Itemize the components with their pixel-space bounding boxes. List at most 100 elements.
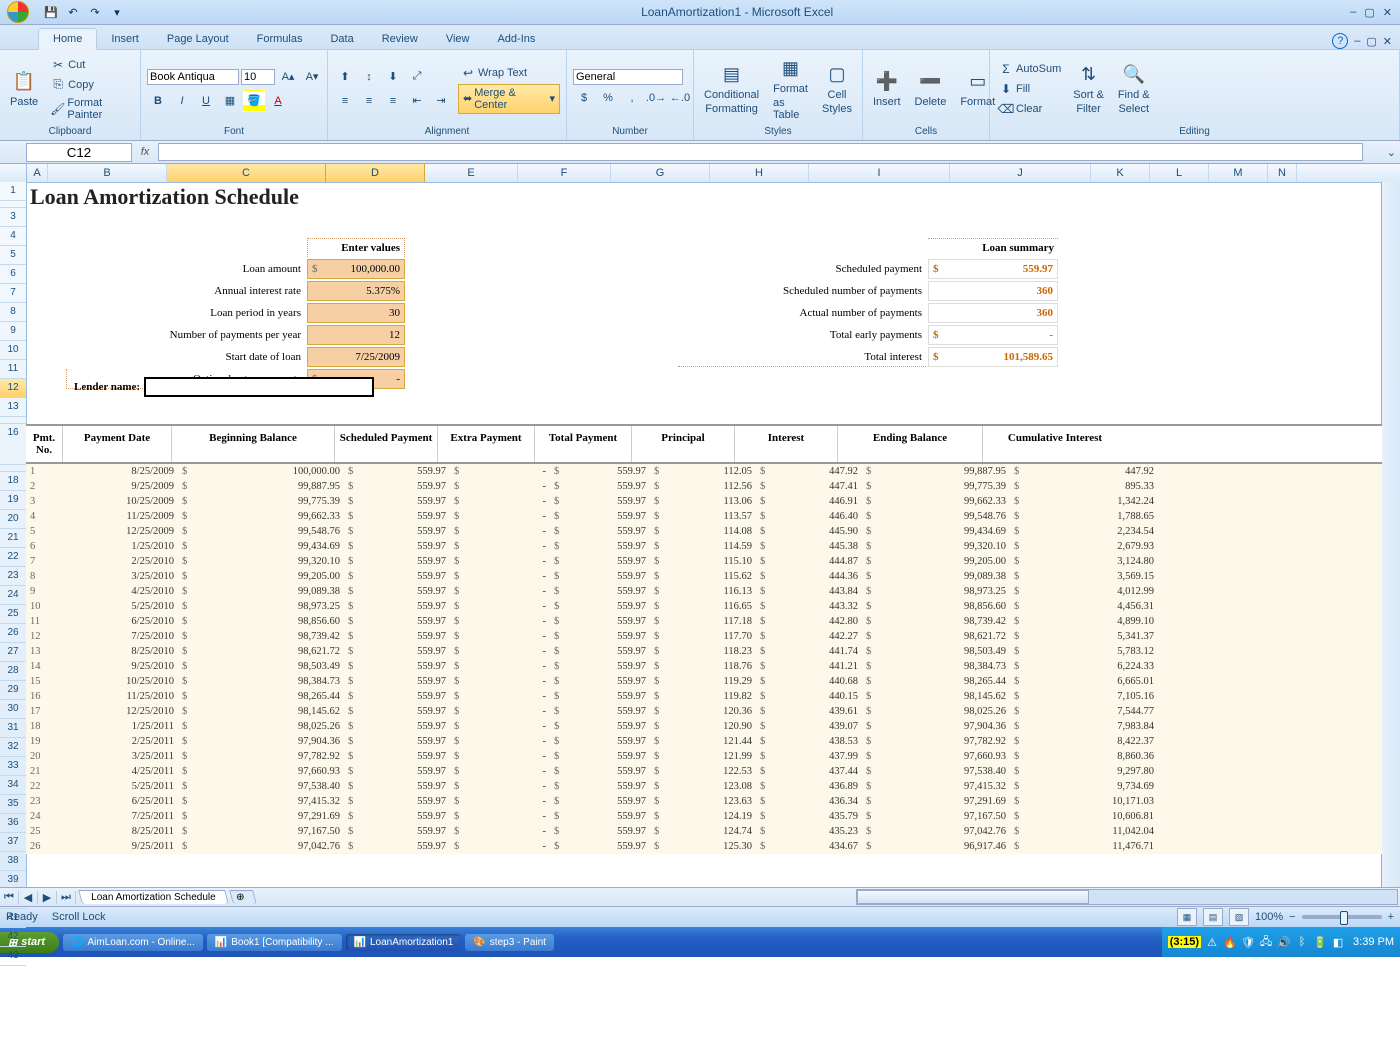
tray-network-icon[interactable]: 🖧 (1259, 935, 1273, 949)
tab-addins[interactable]: Add-Ins (483, 29, 549, 49)
col-header-J[interactable]: J (950, 164, 1091, 182)
row-header[interactable]: 34 (0, 776, 26, 795)
row-header[interactable]: 22 (0, 548, 26, 567)
col-header-B[interactable]: B (48, 164, 167, 182)
table-row[interactable]: 61/25/2010$99,434.69$559.97$-$559.97$114… (26, 539, 1382, 554)
tab-view[interactable]: View (432, 29, 484, 49)
table-row[interactable]: 310/25/2009$99,775.39$559.97$-$559.97$11… (26, 494, 1382, 509)
tab-data[interactable]: Data (316, 29, 367, 49)
maximize-icon[interactable]: ▢ (1364, 6, 1374, 19)
zoom-in-icon[interactable]: + (1388, 911, 1394, 923)
table-row[interactable]: 269/25/2011$97,042.76$559.97$-$559.97$12… (26, 839, 1382, 854)
col-header-H[interactable]: H (710, 164, 809, 182)
row-header[interactable]: 28 (0, 662, 26, 681)
start-input[interactable]: 7/25/2009 (307, 347, 405, 367)
row-header[interactable]: 41 (0, 909, 26, 928)
zoom-thumb[interactable] (1340, 911, 1348, 925)
row-header[interactable]: 29 (0, 681, 26, 700)
row-header[interactable] (0, 465, 26, 472)
help-icon[interactable]: ? (1332, 33, 1348, 49)
italic-button[interactable]: I (171, 90, 193, 112)
sheet-next-icon[interactable]: ▶ (38, 891, 57, 904)
font-color-button[interactable]: A (267, 90, 289, 112)
row-header[interactable]: 8 (0, 303, 26, 322)
zoom-out-icon[interactable]: − (1289, 911, 1295, 923)
row-header[interactable]: 3 (0, 208, 26, 227)
align-left-icon[interactable]: ≡ (334, 90, 356, 112)
row-header[interactable]: 6 (0, 265, 26, 284)
tray-battery-icon[interactable]: 🔋 (1313, 935, 1327, 949)
percent-icon[interactable]: % (597, 87, 619, 109)
row-header[interactable]: 18 (0, 472, 26, 491)
table-row[interactable]: 116/25/2010$98,856.60$559.97$-$559.97$11… (26, 614, 1382, 629)
cell-styles-button[interactable]: ▢CellStyles (816, 59, 858, 119)
table-row[interactable]: 105/25/2010$98,973.25$559.97$-$559.97$11… (26, 599, 1382, 614)
delete-cells-button[interactable]: ➖Delete (909, 66, 953, 112)
bold-button[interactable]: B (147, 90, 169, 112)
row-header[interactable]: 5 (0, 246, 26, 265)
col-header-I[interactable]: I (809, 164, 950, 182)
doc-minimize-icon[interactable]: – (1354, 35, 1360, 47)
vertical-scrollbar[interactable] (1381, 182, 1400, 888)
table-row[interactable]: 149/25/2010$98,503.49$559.97$-$559.97$11… (26, 659, 1382, 674)
row-header[interactable]: 1 (0, 182, 26, 201)
insert-cells-button[interactable]: ➕Insert (867, 66, 907, 112)
row-header[interactable]: 19 (0, 491, 26, 510)
decrease-indent-icon[interactable]: ⇤ (406, 90, 428, 112)
lender-name-input[interactable] (144, 377, 374, 397)
name-box[interactable] (26, 143, 132, 162)
period-input[interactable]: 30 (307, 303, 405, 323)
align-right-icon[interactable]: ≡ (382, 90, 404, 112)
comma-icon[interactable]: , (621, 87, 643, 109)
row-header[interactable]: 12 (0, 379, 26, 398)
tab-page-layout[interactable]: Page Layout (153, 29, 243, 49)
doc-restore-icon[interactable]: ▢ (1366, 35, 1376, 48)
page-layout-view-icon[interactable]: ▤ (1203, 908, 1223, 926)
tray-misc-icon[interactable]: ◧ (1331, 935, 1345, 949)
copy-button[interactable]: ⎘Copy (48, 76, 134, 94)
table-row[interactable]: 138/25/2010$98,621.72$559.97$-$559.97$11… (26, 644, 1382, 659)
format-painter-button[interactable]: 🖌Format Painter (48, 96, 134, 122)
table-row[interactable]: 1712/25/2010$98,145.62$559.97$-$559.97$1… (26, 704, 1382, 719)
doc-close-icon[interactable]: ✕ (1383, 35, 1392, 48)
col-header-C[interactable]: C (167, 164, 326, 182)
table-row[interactable]: 247/25/2011$97,291.69$559.97$-$559.97$12… (26, 809, 1382, 824)
table-row[interactable]: 225/25/2011$97,538.40$559.97$-$559.97$12… (26, 779, 1382, 794)
npy-input[interactable]: 12 (307, 325, 405, 345)
underline-button[interactable]: U (195, 90, 217, 112)
row-header[interactable]: 36 (0, 814, 26, 833)
table-row[interactable]: 258/25/2011$97,167.50$559.97$-$559.97$12… (26, 824, 1382, 839)
row-header[interactable]: 43 (0, 947, 26, 966)
tab-formulas[interactable]: Formulas (243, 29, 317, 49)
save-icon[interactable]: 💾 (42, 3, 60, 21)
tray-bluetooth-icon[interactable]: ᛒ (1295, 935, 1309, 949)
table-row[interactable]: 203/25/2011$97,782.92$559.97$-$559.97$12… (26, 749, 1382, 764)
font-size-select[interactable] (241, 69, 275, 85)
col-header-G[interactable]: G (611, 164, 710, 182)
align-middle-icon[interactable]: ↕ (358, 66, 380, 88)
row-header[interactable]: 20 (0, 510, 26, 529)
select-all-corner[interactable] (0, 164, 27, 182)
row-header[interactable]: 38 (0, 852, 26, 871)
sort-filter-button[interactable]: ⇅Sort &Filter (1067, 59, 1110, 119)
border-button[interactable]: ▦ (219, 90, 241, 112)
tab-home[interactable]: Home (38, 28, 97, 50)
col-header-K[interactable]: K (1091, 164, 1150, 182)
align-bottom-icon[interactable]: ⬇ (382, 66, 404, 88)
row-header[interactable]: 13 (0, 398, 26, 417)
row-header[interactable]: 7 (0, 284, 26, 303)
fill-button[interactable]: ⬇Fill (996, 80, 1063, 98)
increase-indent-icon[interactable]: ⇥ (430, 90, 452, 112)
shrink-font-icon[interactable]: A▾ (301, 66, 323, 88)
number-format-select[interactable] (573, 69, 683, 85)
row-header[interactable]: 21 (0, 529, 26, 548)
sheet-first-icon[interactable]: ⏮ (0, 891, 19, 904)
row-header[interactable]: 16 (0, 424, 26, 465)
align-top-icon[interactable]: ⬆ (334, 66, 356, 88)
tray-clock[interactable]: 3:39 PM (1353, 936, 1394, 948)
row-header[interactable]: 31 (0, 719, 26, 738)
air-input[interactable]: 5.375% (307, 281, 405, 301)
col-header-F[interactable]: F (518, 164, 611, 182)
horizontal-scrollbar[interactable] (856, 889, 1398, 905)
row-header[interactable]: 11 (0, 360, 26, 379)
